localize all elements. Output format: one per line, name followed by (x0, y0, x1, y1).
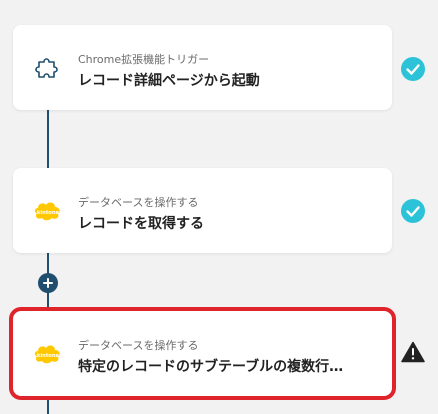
plus-icon (43, 278, 53, 288)
step-title: レコードを取得する (78, 216, 204, 232)
puzzle-piece-icon (32, 52, 64, 84)
step-type-label: データベースを操作する (78, 339, 199, 352)
step-title: 特定のレコードのサブテーブルの複数行… (78, 359, 344, 375)
step-type-label: データベースを操作する (78, 196, 199, 209)
flow-step-card-trigger[interactable]: Chrome拡張機能トリガー レコード詳細ページから起動 (13, 25, 392, 110)
step-type-label: Chrome拡張機能トリガー (78, 53, 210, 66)
flow-step-card-subtable[interactable]: kintone データベースを操作する 特定のレコードのサブテーブルの複数行… (9, 307, 396, 400)
kintone-logo: kintone (32, 338, 64, 370)
warning-icon (400, 339, 426, 365)
flow-connector-line (47, 110, 49, 168)
step-title: レコード詳細ページから起動 (78, 73, 260, 89)
flow-step-card-get-record[interactable]: kintone データベースを操作する レコードを取得する (13, 168, 392, 253)
add-step-button[interactable] (38, 273, 58, 293)
flow-connector-line (47, 396, 49, 414)
kintone-logo-text: kintone (37, 353, 60, 359)
check-icon (400, 56, 426, 82)
kintone-logo-text: kintone (37, 210, 60, 216)
kintone-logo: kintone (32, 195, 64, 227)
check-icon (400, 198, 426, 224)
